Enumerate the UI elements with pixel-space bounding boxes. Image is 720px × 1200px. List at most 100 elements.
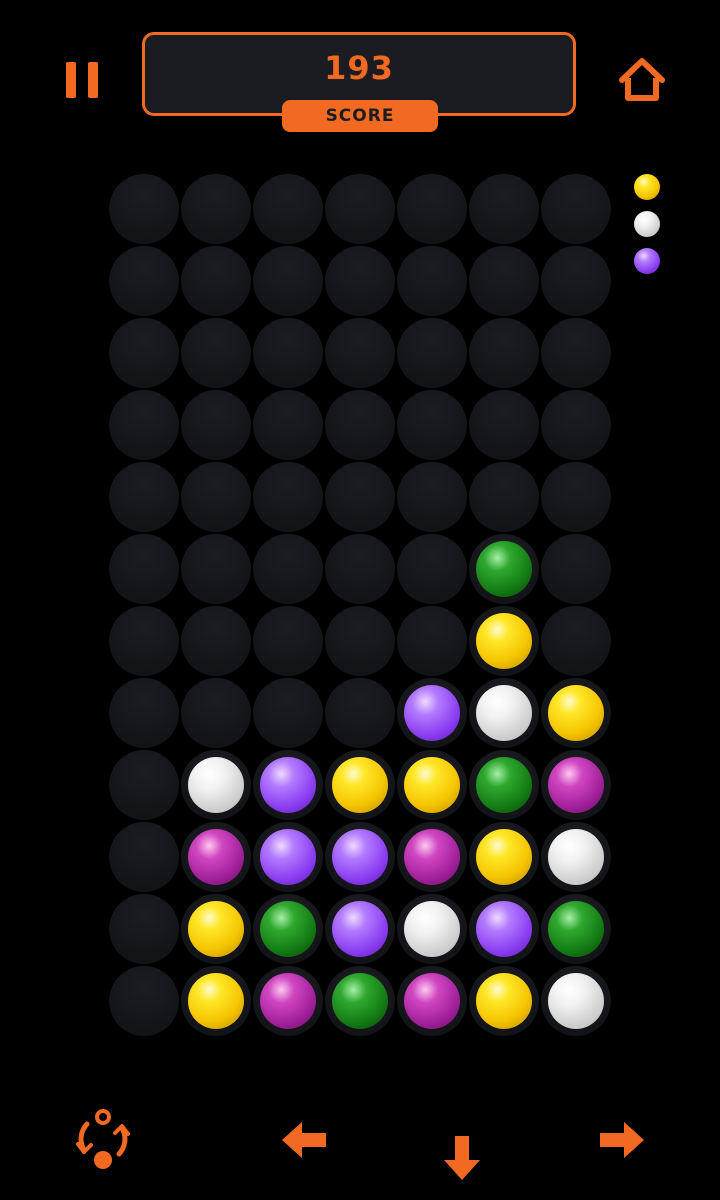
board-cell xyxy=(469,390,539,460)
purple-ball[interactable] xyxy=(332,829,388,885)
board-cell xyxy=(397,246,467,316)
board-cell xyxy=(109,462,179,532)
drop-down-button[interactable] xyxy=(442,1134,482,1182)
green-ball[interactable] xyxy=(332,973,388,1029)
board-cell xyxy=(397,462,467,532)
board-cell xyxy=(181,174,251,244)
board-cell xyxy=(397,318,467,388)
board-cell xyxy=(397,534,467,604)
score-label: SCORE xyxy=(282,100,438,132)
green-ball[interactable] xyxy=(260,901,316,957)
board-cell xyxy=(253,678,323,748)
board-cell xyxy=(181,606,251,676)
white-ball[interactable] xyxy=(188,757,244,813)
next-yellow-ball xyxy=(634,174,660,200)
board-cell xyxy=(181,390,251,460)
board-cell xyxy=(325,606,395,676)
board-cell xyxy=(541,534,611,604)
board-cell xyxy=(109,534,179,604)
board-cell xyxy=(325,534,395,604)
board-cell xyxy=(181,534,251,604)
magenta-ball[interactable] xyxy=(188,829,244,885)
board-cell xyxy=(541,174,611,244)
board-cell xyxy=(325,174,395,244)
pause-button[interactable] xyxy=(66,62,100,98)
magenta-ball[interactable] xyxy=(404,829,460,885)
board-cell xyxy=(397,174,467,244)
board-cell xyxy=(469,318,539,388)
board-cell xyxy=(541,390,611,460)
board-cell xyxy=(181,462,251,532)
purple-ball[interactable] xyxy=(332,901,388,957)
white-ball[interactable] xyxy=(548,829,604,885)
white-ball[interactable] xyxy=(404,901,460,957)
purple-ball[interactable] xyxy=(260,829,316,885)
board-cell xyxy=(325,246,395,316)
board-cell xyxy=(469,174,539,244)
purple-ball[interactable] xyxy=(260,757,316,813)
board-cell xyxy=(253,174,323,244)
yellow-ball[interactable] xyxy=(476,613,532,669)
move-left-button[interactable] xyxy=(280,1120,328,1160)
board-cell xyxy=(325,390,395,460)
score-value: 193 xyxy=(324,49,394,87)
board-cell xyxy=(109,750,179,820)
purple-ball[interactable] xyxy=(404,685,460,741)
white-ball[interactable] xyxy=(476,685,532,741)
board-cell xyxy=(181,246,251,316)
pause-icon xyxy=(66,62,76,98)
board-cell xyxy=(541,246,611,316)
board-cell xyxy=(325,678,395,748)
board-cell xyxy=(253,462,323,532)
board-cell xyxy=(253,606,323,676)
yellow-ball[interactable] xyxy=(476,829,532,885)
next-white-ball xyxy=(634,211,660,237)
board-cell xyxy=(541,318,611,388)
board-cell xyxy=(397,390,467,460)
yellow-ball[interactable] xyxy=(404,757,460,813)
magenta-ball[interactable] xyxy=(404,973,460,1029)
board-cell xyxy=(253,318,323,388)
board-cell xyxy=(109,318,179,388)
yellow-ball[interactable] xyxy=(548,685,604,741)
yellow-ball[interactable] xyxy=(332,757,388,813)
arrow-left-icon xyxy=(282,1122,326,1158)
board-cell xyxy=(253,534,323,604)
board-cell xyxy=(469,246,539,316)
board-cell xyxy=(541,606,611,676)
board-cell xyxy=(109,246,179,316)
white-ball[interactable] xyxy=(548,973,604,1029)
board-cell xyxy=(109,966,179,1036)
yellow-ball[interactable] xyxy=(476,973,532,1029)
board-cell xyxy=(109,606,179,676)
rotate-button[interactable] xyxy=(72,1108,134,1170)
next-purple-ball xyxy=(634,248,660,274)
board-cell xyxy=(253,246,323,316)
board-cell xyxy=(109,174,179,244)
move-right-button[interactable] xyxy=(598,1120,646,1160)
arrow-down-icon xyxy=(444,1136,480,1180)
green-ball[interactable] xyxy=(476,757,532,813)
home-button[interactable] xyxy=(616,56,668,104)
green-ball[interactable] xyxy=(476,541,532,597)
board-cell xyxy=(109,822,179,892)
yellow-ball[interactable] xyxy=(188,973,244,1029)
board-cell xyxy=(325,462,395,532)
home-icon xyxy=(619,58,665,101)
board-cell xyxy=(541,462,611,532)
board-cell xyxy=(253,390,323,460)
magenta-ball[interactable] xyxy=(548,757,604,813)
board-cell xyxy=(397,606,467,676)
magenta-ball[interactable] xyxy=(260,973,316,1029)
green-ball[interactable] xyxy=(548,901,604,957)
purple-ball[interactable] xyxy=(476,901,532,957)
board-cell xyxy=(109,390,179,460)
board-cell xyxy=(469,462,539,532)
board-cell xyxy=(325,318,395,388)
board-cell xyxy=(109,678,179,748)
rotate-icon xyxy=(76,1109,130,1169)
board-cell xyxy=(181,678,251,748)
arrow-right-icon xyxy=(600,1122,644,1158)
yellow-ball[interactable] xyxy=(188,901,244,957)
board-cell xyxy=(109,894,179,964)
